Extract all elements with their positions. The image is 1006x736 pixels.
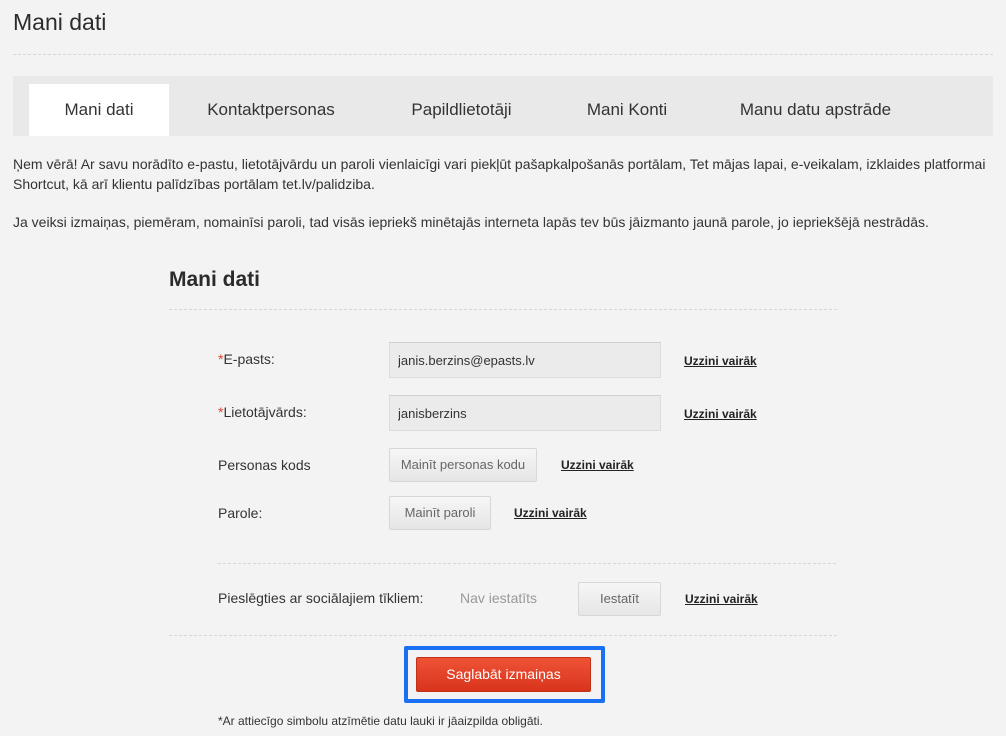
- personal-code-label: Personas kods: [218, 457, 311, 473]
- tab-bar: Mani dati Kontaktpersonas Papildlietotāj…: [13, 76, 993, 136]
- username-learn-more-link[interactable]: Uzzini vairāk: [684, 407, 757, 421]
- form-title-divider: [169, 309, 837, 310]
- tab-papildlietotaji[interactable]: Papildlietotāji: [399, 84, 524, 136]
- social-login-label: Pieslēgties ar sociālajiem tīkliem:: [218, 590, 424, 606]
- username-field[interactable]: [389, 395, 661, 431]
- required-fields-footnote: *Ar attiecīgo simbolu atzīmētie datu lau…: [218, 714, 543, 728]
- email-learn-more-link[interactable]: Uzzini vairāk: [684, 354, 757, 368]
- password-label: Parole:: [218, 505, 263, 521]
- title-divider: [13, 54, 993, 55]
- form-bottom-divider: [169, 635, 837, 636]
- personal-code-learn-more-link[interactable]: Uzzini vairāk: [561, 458, 634, 472]
- tab-manu-datu-apstrade[interactable]: Manu datu apstrāde: [733, 84, 898, 136]
- social-setup-button[interactable]: Iestatīt: [578, 582, 661, 616]
- notice-paragraph-2: Ja veiksi izmaiņas, piemēram, nomainīsi …: [13, 214, 929, 230]
- social-login-status: Nav iestatīts: [460, 590, 538, 606]
- social-learn-more-link[interactable]: Uzzini vairāk: [685, 592, 758, 606]
- tab-mani-dati[interactable]: Mani dati: [29, 84, 169, 136]
- password-learn-more-link[interactable]: Uzzini vairāk: [514, 506, 587, 520]
- change-personal-code-button[interactable]: Mainīt personas kodu: [389, 448, 537, 482]
- tab-mani-konti[interactable]: Mani Konti: [577, 84, 677, 136]
- form-title: Mani dati: [169, 268, 261, 291]
- change-password-button[interactable]: Mainīt paroli: [389, 496, 491, 530]
- section-divider: [218, 563, 836, 564]
- page: Mani dati Mani dati Kontaktpersonas Papi…: [0, 0, 1006, 736]
- notice-paragraph: Ņem vērā! Ar savu norādīto e-pastu, liet…: [13, 156, 986, 192]
- email-field[interactable]: [389, 342, 661, 378]
- email-label: *E-pasts:: [218, 351, 275, 367]
- save-changes-button[interactable]: Saglabāt izmaiņas: [416, 657, 591, 692]
- username-label: *Lietotājvārds:: [218, 404, 307, 420]
- page-title: Mani dati: [13, 9, 107, 35]
- tab-kontaktpersonas[interactable]: Kontaktpersonas: [196, 84, 346, 136]
